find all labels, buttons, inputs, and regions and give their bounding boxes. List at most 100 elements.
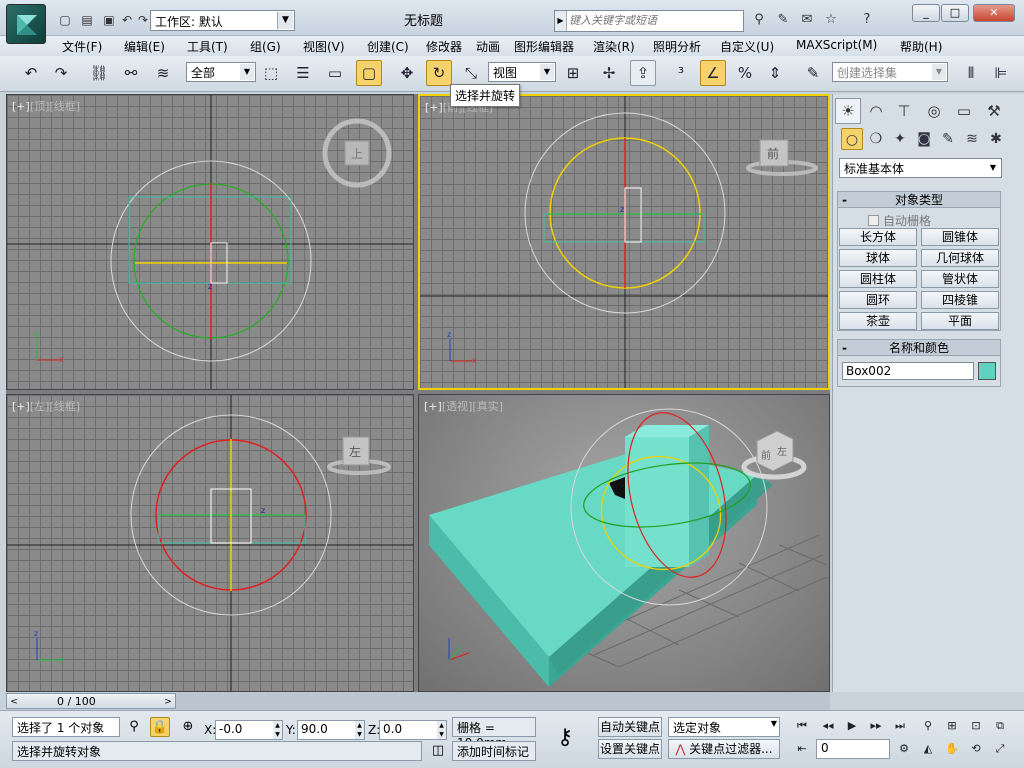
viewport-label[interactable]: [+][透视][真实] xyxy=(424,398,503,414)
space-warps-icon[interactable]: ≋ xyxy=(961,128,983,150)
menu-maxscript[interactable]: MAXScript(M) xyxy=(796,38,877,52)
geometry-icon[interactable]: ○ xyxy=(841,128,863,150)
systems-icon[interactable]: ✱ xyxy=(985,128,1007,150)
menu-graph-editors[interactable]: 图形编辑器 xyxy=(514,38,574,55)
autogrid-checkbox[interactable]: 自动栅格 xyxy=(868,212,931,229)
go-to-start-icon[interactable]: ⏮ xyxy=(792,716,812,736)
sphere-button[interactable]: 球体 xyxy=(839,249,917,267)
mirror-icon[interactable]: ⫴ xyxy=(958,60,984,86)
x-coordinate-input[interactable]: -0.0 ▲ ▼ xyxy=(215,720,283,740)
close-button[interactable]: ✕ xyxy=(973,4,1015,22)
object-name-input[interactable]: Box002 xyxy=(842,362,974,380)
cameras-icon[interactable]: ◙ xyxy=(913,128,935,150)
cylinder-button[interactable]: 圆柱体 xyxy=(839,270,917,288)
pyramid-button[interactable]: 四棱锥 xyxy=(921,291,999,309)
object-category-select[interactable]: 标准基本体 ▼ xyxy=(839,158,1002,178)
viewport-menu[interactable]: [+] xyxy=(12,100,30,113)
reference-coordinate-select[interactable]: 视图 ▼ xyxy=(488,62,556,82)
menu-create[interactable]: 创建(C) xyxy=(367,38,409,55)
previous-frame-icon[interactable]: ◂◂ xyxy=(818,716,838,736)
spinner-icon[interactable]: ▲ ▼ xyxy=(437,721,446,739)
menu-tools[interactable]: 工具(T) xyxy=(187,38,228,55)
time-slider[interactable]: < 0 / 100 > xyxy=(6,693,176,709)
viewport-menu[interactable]: [+] xyxy=(424,400,442,413)
next-frame-icon[interactable]: ▸▸ xyxy=(866,716,886,736)
help-icon[interactable]: ? xyxy=(858,12,876,30)
search-box[interactable]: ▶ xyxy=(554,10,744,32)
motion-tab-icon[interactable]: ◎ xyxy=(921,98,947,124)
selection-lock-icon[interactable]: 🔒 xyxy=(150,717,170,737)
zoom-icon[interactable]: ⚲ xyxy=(918,716,938,736)
viewport-shading[interactable]: [线框] xyxy=(49,100,80,113)
z-coordinate-input[interactable]: 0.0 ▲ ▼ xyxy=(379,720,447,740)
spinner-icon[interactable]: ▲ ▼ xyxy=(273,721,282,739)
menu-file[interactable]: 文件(F) xyxy=(62,38,102,55)
y-coordinate-input[interactable]: 90.0 ▲ ▼ xyxy=(297,720,365,740)
spinner-snap-toggle-icon[interactable]: ⇕ xyxy=(762,60,788,86)
teapot-button[interactable]: 茶壶 xyxy=(839,312,917,330)
maximize-viewport-icon[interactable]: ⤢ xyxy=(990,739,1010,759)
menu-modifiers[interactable]: 修改器 xyxy=(426,38,462,55)
modify-tab-icon[interactable]: ◠ xyxy=(863,98,889,124)
utilities-tab-icon[interactable]: ⚒ xyxy=(981,98,1007,124)
search-input[interactable] xyxy=(569,13,741,29)
prev-frame-icon[interactable]: < xyxy=(7,695,21,709)
time-tag-icon[interactable]: ◫ xyxy=(428,741,448,761)
rectangular-selection-icon[interactable]: ▭ xyxy=(322,60,348,86)
viewport-label[interactable]: [+][左][线框] xyxy=(12,398,80,414)
torus-button[interactable]: 圆环 xyxy=(839,291,917,309)
zoom-extents-icon[interactable]: ⊡ xyxy=(966,716,986,736)
use-pivot-center-icon[interactable]: ⊞ xyxy=(560,60,586,86)
viewport-perspective[interactable]: [+][透视][真实] 前 左 xyxy=(418,394,830,692)
viewport-front[interactable]: [+][前][线框] z z x 前 xyxy=(418,94,830,390)
shapes-icon[interactable]: ❍ xyxy=(865,128,887,150)
zoom-extents-all-icon[interactable]: ⧉ xyxy=(990,716,1010,736)
unlink-selection-icon[interactable]: ⚯ xyxy=(118,60,144,86)
spinner-icon[interactable]: ▲ ▼ xyxy=(355,721,364,739)
select-and-rotate-icon[interactable]: ↻ xyxy=(426,60,452,86)
keyboard-shortcut-override-icon[interactable]: ⇪ xyxy=(630,60,656,86)
menu-group[interactable]: 组(G) xyxy=(250,38,281,55)
orbit-icon[interactable]: ⟲ xyxy=(966,739,986,759)
lights-icon[interactable]: ✦ xyxy=(889,128,911,150)
favorites-star-icon[interactable]: ☆ xyxy=(822,12,840,30)
set-key-icon[interactable]: ⚷ xyxy=(541,725,589,757)
cone-button[interactable]: 圆锥体 xyxy=(921,228,999,246)
viewport-name[interactable]: [顶] xyxy=(30,100,50,113)
menu-animation[interactable]: 动画 xyxy=(476,38,500,55)
app-menu-button[interactable] xyxy=(6,4,46,44)
new-file-icon[interactable]: ▢ xyxy=(56,11,74,29)
workspace-select[interactable]: 工作区: 默认 ▼ xyxy=(150,10,295,31)
viewport-menu[interactable]: [+] xyxy=(425,101,443,114)
add-time-tag-button[interactable]: 添加时间标记 xyxy=(452,741,536,761)
plane-button[interactable]: 平面 xyxy=(921,312,999,330)
save-file-icon[interactable]: ▣ xyxy=(100,11,118,29)
minimize-button[interactable]: _ xyxy=(912,4,940,22)
subscription-icon[interactable]: ✎ xyxy=(774,12,792,30)
select-object-icon[interactable]: ⬚ xyxy=(258,60,284,86)
hierarchy-tab-icon[interactable]: ⊤ xyxy=(891,98,917,124)
play-icon[interactable]: ▶ xyxy=(842,716,862,736)
named-selection-sets-input[interactable]: 创建选择集 ▼ xyxy=(832,62,948,82)
object-color-swatch[interactable] xyxy=(978,362,996,380)
go-to-end-icon[interactable]: ⏭ xyxy=(890,716,910,736)
binoculars-icon[interactable]: ⚲ xyxy=(750,12,768,30)
set-key-button[interactable]: 设置关键点 xyxy=(598,739,662,759)
helpers-icon[interactable]: ✎ xyxy=(937,128,959,150)
select-and-link-icon[interactable]: ⛓ xyxy=(86,60,112,86)
search-expand-icon[interactable]: ▶ xyxy=(555,11,567,31)
create-tab-icon[interactable]: ☀ xyxy=(835,98,861,124)
menu-rendering[interactable]: 渲染(R) xyxy=(593,38,635,55)
undo-icon[interactable]: ↶ xyxy=(18,60,44,86)
menu-views[interactable]: 视图(V) xyxy=(303,38,345,55)
box-button[interactable]: 长方体 xyxy=(839,228,917,246)
menu-lighting-analysis[interactable]: 照明分析 xyxy=(653,38,701,55)
key-mode-toggle-icon[interactable]: ⇤ xyxy=(792,739,812,759)
zoom-all-icon[interactable]: ⊞ xyxy=(942,716,962,736)
redo-icon[interactable]: ↷ xyxy=(48,60,74,86)
display-tab-icon[interactable]: ▭ xyxy=(951,98,977,124)
viewport-left[interactable]: [+][左][线框] z z y 左 xyxy=(6,394,414,692)
pan-view-icon[interactable]: ✋ xyxy=(942,739,962,759)
select-and-scale-icon[interactable]: ⤡ xyxy=(458,60,484,86)
key-filters-button[interactable]: ⋀ 关键点过滤器... xyxy=(668,739,780,759)
